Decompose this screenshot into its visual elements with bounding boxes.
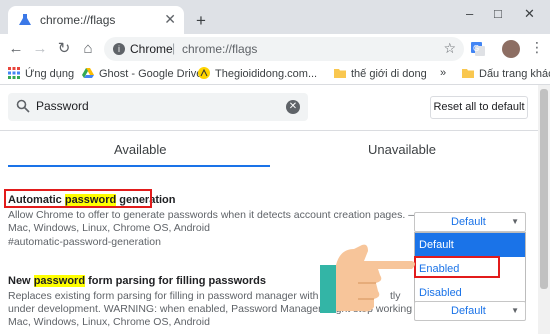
flask-icon	[19, 14, 31, 25]
omnibox-site: Chrome	[130, 42, 173, 56]
bookmarks-overflow-button[interactable]: »	[440, 67, 446, 79]
page-scrollbar[interactable]	[538, 85, 550, 334]
close-tab-icon[interactable]: ✕	[164, 11, 176, 28]
tab-unavailable[interactable]: Unavailable	[368, 142, 436, 157]
scrollbar-thumb[interactable]	[540, 89, 548, 289]
pointing-hand-icon	[320, 244, 415, 313]
menu-dots-icon[interactable]: ⋮	[530, 39, 544, 56]
flags-tabs: Available Unavailable	[0, 132, 538, 168]
back-arrow-icon[interactable]: ←	[6, 39, 26, 59]
bookmark-label: thế giới di dong	[351, 68, 427, 80]
forward-arrow-icon[interactable]: →	[30, 39, 50, 59]
bookmark-label: Ghost - Google Drive	[99, 68, 203, 80]
flag-state-select[interactable]: Default ▼	[414, 212, 526, 232]
flag-description: Replaces existing form parsing for filli…	[8, 290, 350, 302]
select-value: Default	[451, 305, 486, 317]
apps-grid-icon	[8, 67, 20, 79]
bookmark-label: Ứng dụng	[25, 68, 75, 80]
tab-strip: chrome://flags ✕ + – □ ✕	[0, 0, 550, 34]
flag-platforms: Mac, Windows, Linux, Chrome OS, Android	[8, 222, 210, 234]
select-value: Default	[451, 216, 486, 228]
translate-icon[interactable]: G	[470, 41, 486, 57]
bookmark-apps[interactable]: Ứng dụng	[8, 67, 74, 80]
flag-description: Allow Chrome to offer to generate passwo…	[8, 209, 415, 221]
address-bar[interactable]: i Chrome | chrome://flags ☆	[104, 37, 464, 61]
search-highlight: password	[33, 275, 86, 287]
bookmark-folder-tgdd[interactable]: thế giới di dong	[334, 67, 427, 80]
active-tab-indicator	[8, 165, 270, 167]
flag-title-text: form parsing for filling passwords	[85, 275, 266, 287]
chevron-down-icon: ▼	[511, 217, 519, 226]
bookmark-tgdd[interactable]: Thegioididong.com...	[198, 67, 317, 80]
search-box: ✕	[8, 93, 308, 121]
bookmark-label: Dấu trang khác	[479, 68, 550, 80]
flag-title: New password form parsing for filling pa…	[8, 275, 266, 287]
home-icon[interactable]: ⌂	[78, 39, 98, 59]
toolbar: ← → ↻ ⌂ i Chrome | chrome://flags ☆ G ⋮	[0, 34, 550, 64]
reset-all-button[interactable]: Reset all to default	[430, 96, 528, 119]
annotation-box	[414, 256, 500, 278]
annotation-box	[4, 189, 152, 208]
omnibox-separator: |	[172, 41, 176, 55]
tab-title: chrome://flags	[40, 13, 116, 27]
flag-state-select[interactable]: Default ▼	[414, 301, 526, 321]
search-icon	[16, 99, 30, 113]
bookmarks-bar: Ứng dụng Ghost - Google Drive Thegioidid…	[0, 64, 550, 85]
folder-icon	[462, 69, 474, 78]
tab-available[interactable]: Available	[114, 142, 167, 157]
google-drive-icon	[82, 68, 94, 78]
close-window-button[interactable]: ✕	[524, 6, 535, 22]
flag-anchor-link[interactable]: #automatic-password-generation	[8, 236, 161, 248]
bookmark-other[interactable]: Dấu trang khác	[462, 67, 550, 80]
chevron-down-icon: ▼	[511, 306, 519, 315]
new-tab-button[interactable]: +	[192, 12, 210, 30]
tgdd-icon	[198, 67, 210, 79]
browser-tab[interactable]: chrome://flags ✕	[8, 6, 184, 34]
option-default[interactable]: Default	[415, 233, 525, 257]
omnibox-url: chrome://flags	[182, 42, 258, 56]
svg-text:G: G	[473, 44, 479, 53]
bookmark-ghost-drive[interactable]: Ghost - Google Drive	[82, 67, 202, 80]
chrome-info-icon[interactable]: i	[113, 43, 125, 55]
minimize-button[interactable]: –	[466, 6, 473, 21]
bookmark-label: Thegioididong.com...	[215, 68, 318, 80]
clear-search-icon[interactable]: ✕	[286, 100, 300, 114]
flags-page: ✕ Reset all to default Available Unavail…	[0, 85, 550, 334]
flags-search-bar: ✕ Reset all to default	[0, 85, 550, 131]
flag-title-text: New	[8, 275, 34, 287]
avatar[interactable]	[502, 40, 520, 58]
flag-platforms: Mac, Windows, Linux, Chrome OS, Android	[8, 316, 210, 328]
bookmark-star-icon[interactable]: ☆	[443, 40, 456, 57]
reload-icon[interactable]: ↻	[54, 39, 74, 59]
folder-icon	[334, 69, 346, 78]
search-input[interactable]	[36, 99, 276, 113]
maximize-button[interactable]: □	[494, 6, 502, 21]
